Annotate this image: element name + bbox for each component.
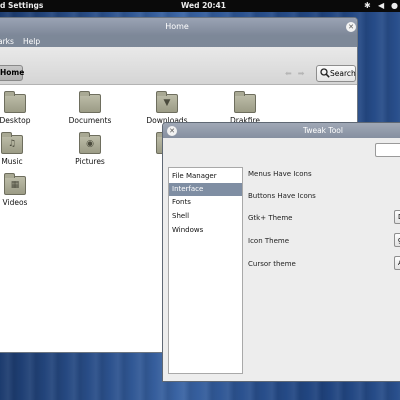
folder-desktop-icon xyxy=(4,91,26,113)
tweak-tool-window: ✕ Tweak Tool File Manager Interface Font… xyxy=(162,122,400,382)
setting-label: Gtk+ Theme xyxy=(248,214,293,222)
back-icon[interactable]: ⬅ xyxy=(285,69,298,78)
category-interface[interactable]: Interface xyxy=(169,183,242,196)
folder-drakfire[interactable]: Drakfire xyxy=(209,91,281,125)
menubar: arks Help xyxy=(0,35,357,47)
folder-desktop[interactable]: Desktop xyxy=(0,91,51,125)
setting-label: Menus Have Icons xyxy=(248,170,312,178)
setting-label: Icon Theme xyxy=(248,237,290,245)
category-file-manager[interactable]: File Manager xyxy=(169,170,242,183)
clock[interactable]: Wed 20:41 xyxy=(181,1,226,10)
tweak-tool-titlebar[interactable]: ✕ Tweak Tool xyxy=(163,123,400,138)
setting-label: Cursor theme xyxy=(248,260,296,268)
tweak-search-input[interactable] xyxy=(375,143,400,157)
folder-label: Music xyxy=(1,157,23,166)
app-menu[interactable]: d Settings xyxy=(0,1,43,10)
folder-label: Documents xyxy=(68,116,112,125)
folder-documents-icon xyxy=(79,91,101,113)
gtk-theme-select[interactable]: D xyxy=(394,210,400,224)
accessibility-icon[interactable]: ✱ xyxy=(364,1,371,10)
nav-arrows: ⬅➡ xyxy=(285,69,310,78)
folder-label: Videos xyxy=(2,198,28,207)
cursor-theme-select[interactable]: A xyxy=(394,256,400,270)
folder-music-icon: ♫ xyxy=(1,132,23,154)
category-list: File Manager Interface Fonts Shell Windo… xyxy=(168,167,243,374)
folder-downloads[interactable]: ▼ Downloads xyxy=(131,91,203,125)
folder-downloads-icon: ▼ xyxy=(156,91,178,113)
window-title: Home xyxy=(165,22,189,31)
folder-pictures[interactable]: ◉ Pictures xyxy=(54,132,126,166)
close-icon[interactable]: ✕ xyxy=(167,126,177,136)
category-windows[interactable]: Windows xyxy=(169,224,242,237)
folder-icon xyxy=(234,91,256,113)
folder-documents[interactable]: Documents xyxy=(54,91,126,125)
forward-icon[interactable]: ➡ xyxy=(298,69,311,78)
toolbar: Home ⬅➡ Search xyxy=(0,47,357,85)
home-location-button[interactable]: Home xyxy=(0,65,24,81)
icon-theme-select[interactable]: g xyxy=(394,233,400,247)
search-button[interactable]: Search xyxy=(316,65,356,82)
file-manager-titlebar[interactable]: Home ✕ xyxy=(0,18,357,35)
window-title: Tweak Tool xyxy=(303,126,343,135)
category-shell[interactable]: Shell xyxy=(169,210,242,223)
folder-label: Desktop xyxy=(0,116,31,125)
folder-label: Pictures xyxy=(75,157,105,166)
volume-icon[interactable]: ◀ xyxy=(378,1,384,10)
menu-help[interactable]: Help xyxy=(23,37,40,46)
setting-label: Buttons Have Icons xyxy=(248,192,316,200)
folder-music[interactable]: ♫ Music xyxy=(0,132,48,166)
search-icon xyxy=(320,68,330,78)
close-icon[interactable]: ✕ xyxy=(346,22,356,32)
folder-videos[interactable]: ▦ Videos xyxy=(0,173,51,207)
user-icon[interactable]: ● xyxy=(391,1,398,10)
folder-videos-icon: ▦ xyxy=(4,173,26,195)
search-label: Search xyxy=(330,69,356,78)
menu-bookmarks[interactable]: arks xyxy=(0,37,14,46)
category-fonts[interactable]: Fonts xyxy=(169,196,242,209)
folder-pictures-icon: ◉ xyxy=(79,132,101,154)
top-panel: d Settings Wed 20:41 ✱ ◀ ● xyxy=(0,0,400,12)
